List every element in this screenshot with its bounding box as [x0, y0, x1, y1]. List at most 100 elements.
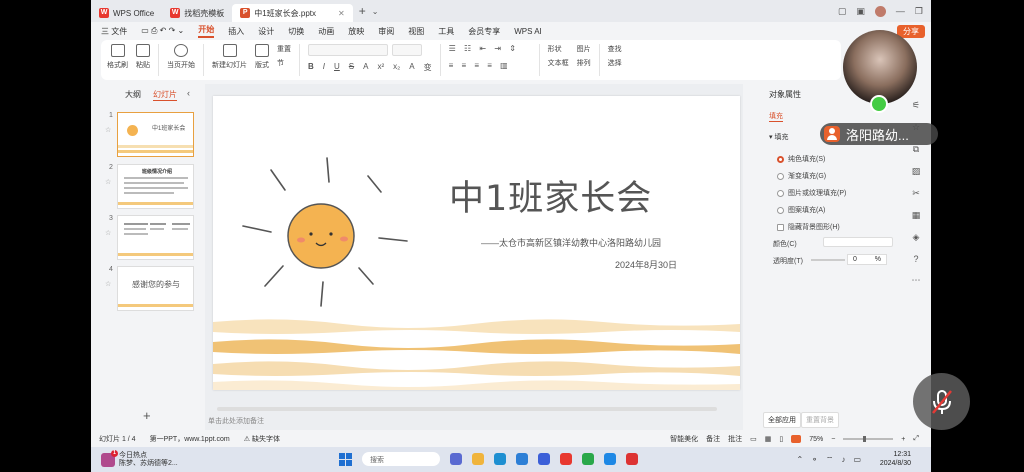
- properties-icon[interactable]: ⚟: [912, 100, 920, 111]
- hide-background-checkbox[interactable]: 隐藏背景图形(H): [777, 222, 840, 232]
- meeting-icon[interactable]: [604, 453, 616, 465]
- windows-start-icon[interactable]: [339, 452, 352, 466]
- slide-thumbnail-2[interactable]: 班级情况介绍: [117, 164, 194, 209]
- shapes-icon[interactable]: ⧉: [913, 144, 919, 155]
- textbox-button[interactable]: 文本框: [548, 58, 569, 68]
- solid-fill-radio[interactable]: 纯色填充(S): [777, 154, 825, 164]
- wifi-icon[interactable]: ⌔: [826, 455, 834, 465]
- underline-button[interactable]: U: [334, 62, 340, 73]
- window-layout-icon[interactable]: ▢: [838, 6, 847, 17]
- fill-section-header[interactable]: ▾ 填充: [769, 132, 788, 142]
- italic-button[interactable]: I: [323, 62, 325, 73]
- align-icon[interactable]: ≡ ≡ ≡ ≡ ▥: [449, 61, 531, 70]
- slide-thumbnail-4[interactable]: 感谢您的参与: [117, 266, 194, 311]
- pattern-fill-radio[interactable]: 图案填充(A): [777, 205, 825, 215]
- tab-slides[interactable]: 幻灯片: [153, 89, 177, 101]
- format-painter-button[interactable]: 格式刷: [107, 44, 128, 70]
- slide-date[interactable]: 2024年8月30日: [615, 258, 677, 271]
- volume-icon[interactable]: ♪: [841, 455, 845, 465]
- store-icon[interactable]: [516, 453, 528, 465]
- chevron-down-icon[interactable]: ⌄: [372, 7, 379, 16]
- layout-button[interactable]: 版式: [255, 44, 269, 70]
- chevron-up-icon[interactable]: ⌃: [797, 455, 804, 465]
- font-family-select[interactable]: [308, 44, 388, 56]
- find-button[interactable]: 查找: [608, 44, 622, 54]
- section-button[interactable]: 节: [277, 58, 291, 68]
- font-color-button[interactable]: A: [363, 62, 368, 73]
- reset-button[interactable]: 重置: [277, 44, 291, 54]
- subscript-button[interactable]: x₂: [393, 62, 400, 73]
- theme-icon[interactable]: ◈: [913, 232, 920, 243]
- menu-member[interactable]: 会员专享: [468, 26, 500, 37]
- file-menu[interactable]: 三 文件: [101, 26, 127, 37]
- tab-fill[interactable]: 填充: [769, 111, 783, 122]
- more-icon[interactable]: ⋯: [912, 275, 921, 286]
- mute-mic-button[interactable]: [913, 373, 970, 430]
- app-icon[interactable]: [626, 453, 638, 465]
- battery-icon[interactable]: ▭: [853, 455, 861, 465]
- add-slide-icon[interactable]: +: [143, 408, 151, 423]
- thumbnail-item[interactable]: 1 ☆ 中1班家长会: [105, 112, 194, 157]
- tab-template[interactable]: W 找稻壳模板: [162, 4, 232, 22]
- slide-subtitle[interactable]: ——太仓市高新区镇洋幼教中心洛阳路幼儿园: [481, 236, 661, 249]
- zoom-level[interactable]: 75%: [809, 436, 823, 443]
- font-size-select[interactable]: [392, 44, 422, 56]
- tab-wps-office[interactable]: W WPS Office: [91, 4, 162, 22]
- slide-thumbnail-3[interactable]: [117, 215, 194, 260]
- zoom-slider[interactable]: [843, 436, 894, 442]
- gradient-fill-radio[interactable]: 渐变填充(G): [777, 171, 826, 181]
- notes-field[interactable]: 单击此处添加备注: [205, 416, 743, 430]
- play-from-current-button[interactable]: 当页开始: [167, 44, 195, 70]
- help-icon[interactable]: ?: [913, 254, 918, 264]
- normal-view-icon[interactable]: ▭: [750, 435, 757, 443]
- text-effect-button[interactable]: A: [409, 62, 414, 73]
- reading-view-icon[interactable]: ▯: [779, 435, 783, 443]
- menu-animation[interactable]: 动画: [318, 26, 334, 37]
- select-button[interactable]: 选择: [608, 58, 622, 68]
- theme-name[interactable]: 第一PPT，www.1ppt.com: [150, 434, 230, 444]
- new-slide-button[interactable]: 新建幻灯片: [212, 44, 247, 70]
- table-icon[interactable]: ▦: [912, 210, 921, 221]
- zoom-out-icon[interactable]: −: [831, 436, 835, 443]
- shape-button[interactable]: 形状: [548, 44, 569, 54]
- participant-name-chip[interactable]: 洛阳路幼...: [820, 123, 938, 145]
- apply-all-button[interactable]: 全部应用: [763, 412, 801, 428]
- color-select[interactable]: [823, 237, 893, 247]
- collapse-panel-icon[interactable]: ‹: [187, 88, 190, 98]
- edge-icon[interactable]: [494, 453, 506, 465]
- menu-insert[interactable]: 插入: [228, 26, 244, 37]
- image-icon[interactable]: ▨: [912, 166, 921, 177]
- slide-title[interactable]: 中1班家长会: [449, 170, 652, 221]
- tab-outline[interactable]: 大纲: [125, 89, 141, 101]
- share-button[interactable]: 分享: [897, 24, 925, 38]
- missing-font-indicator[interactable]: ⚠ 缺失字体: [244, 434, 280, 444]
- folder-icon[interactable]: [472, 453, 484, 465]
- app-icon[interactable]: [450, 453, 462, 465]
- menu-slideshow[interactable]: 放映: [348, 26, 364, 37]
- reset-background-button[interactable]: 重置背景: [801, 412, 839, 428]
- picture-button[interactable]: 图片: [577, 44, 591, 54]
- network-icon[interactable]: ⚬: [811, 455, 818, 465]
- slide-thumbnail-1[interactable]: 中1班家长会: [117, 112, 194, 157]
- taskbar-clock[interactable]: 12:31 2024/8/30: [880, 450, 911, 468]
- tools-icon[interactable]: ✂: [912, 188, 920, 199]
- zoom-in-icon[interactable]: +: [901, 436, 905, 443]
- change-case-button[interactable]: 变: [424, 62, 432, 73]
- app-icon[interactable]: [538, 453, 550, 465]
- menu-transition[interactable]: 切换: [288, 26, 304, 37]
- grid-view-icon[interactable]: ▦: [765, 435, 772, 443]
- minimize-icon[interactable]: —: [896, 6, 905, 16]
- paste-button[interactable]: 粘贴: [136, 44, 150, 70]
- horizontal-scrollbar[interactable]: [217, 407, 717, 411]
- new-tab-icon[interactable]: +: [359, 4, 366, 18]
- list-icon[interactable]: ☰ ☷ ⇤ ⇥ ⇕: [449, 44, 531, 53]
- menu-view[interactable]: 视图: [408, 26, 424, 37]
- taskbar-search[interactable]: 搜索: [362, 452, 440, 466]
- menu-wps-ai[interactable]: WPS AI: [514, 27, 542, 36]
- news-widget[interactable]: 1 今日热点 陈梦、苏炳德等2...: [101, 449, 178, 468]
- superscript-button[interactable]: x²: [377, 62, 384, 73]
- wechat-icon[interactable]: [582, 453, 594, 465]
- slide-canvas[interactable]: 中1班家长会 ——太仓市高新区镇洋幼教中心洛阳路幼儿园 2024年8月30日: [213, 96, 740, 390]
- thumbnail-item[interactable]: 3 ☆: [105, 215, 194, 260]
- menu-design[interactable]: 设计: [258, 26, 274, 37]
